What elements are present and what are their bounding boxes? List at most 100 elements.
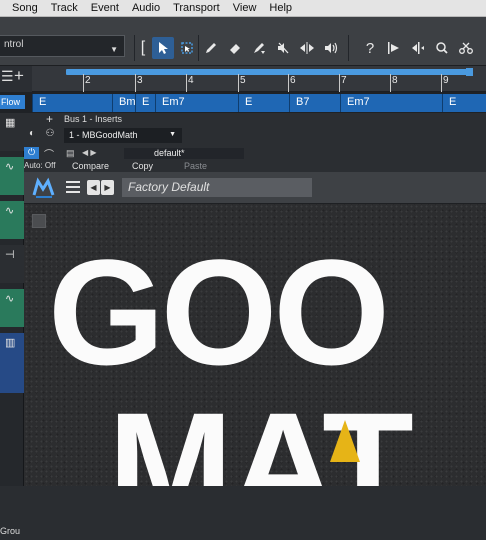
track-list-strip: ▦ ∿ ∿ ⊣ ∿ ▥ Grou <box>0 113 24 536</box>
paste-button[interactable]: Paste <box>184 161 207 171</box>
routing-tree-icon[interactable]: ⚇ <box>42 128 58 143</box>
ruler-tick <box>441 74 442 92</box>
plugin-canvas: GOO MAT <box>24 204 486 486</box>
plugin-name: 1 - MBGoodMath <box>69 130 138 140</box>
plugin-window: ◀ ▶ Factory Default GOO MAT <box>24 172 486 486</box>
toolbar-divider <box>348 35 349 61</box>
chevron-down-icon: ▼ <box>110 45 118 54</box>
menu-track[interactable]: Track <box>51 2 78 14</box>
chord-event[interactable]: E <box>135 94 155 112</box>
snap-icon[interactable] <box>383 37 405 59</box>
chevron-down-icon: ▼ <box>169 131 176 138</box>
track-lane-green[interactable]: ∿ <box>0 201 24 239</box>
copy-button[interactable]: Copy <box>132 161 153 171</box>
melda-logo-icon[interactable] <box>32 177 56 199</box>
range-select-icon[interactable] <box>176 37 198 59</box>
ruler-tick <box>288 74 289 92</box>
chord-event[interactable]: E <box>442 94 486 112</box>
chord-event[interactable]: B7 <box>289 94 340 112</box>
inserts-title: Bus 1 - Inserts <box>64 114 123 124</box>
scissors-icon[interactable] <box>455 37 477 59</box>
loop-range[interactable] <box>66 69 472 75</box>
add-insert-icon[interactable]: + <box>46 112 53 126</box>
gold-triangle-accent <box>330 420 360 462</box>
plugin-selector[interactable]: 1 - MBGoodMath ▼ <box>64 128 182 143</box>
ruler-bar-number: 8 <box>392 75 398 86</box>
plugin-header: ◀ ▶ Factory Default <box>24 172 486 204</box>
compare-circle-icon[interactable]: ◐ <box>24 128 40 143</box>
pencil-icon[interactable] <box>200 37 222 59</box>
power-icon[interactable]: ⏻ <box>24 147 39 159</box>
control-selector[interactable]: ntrol ▼ <box>0 35 125 57</box>
timeline-ruler[interactable]: 2 3 4 5 6 7 8 9 <box>32 66 486 92</box>
ruler-bar-number: 6 <box>290 75 296 86</box>
bracket-icon[interactable]: [ <box>137 37 149 59</box>
menu-song[interactable]: Song <box>12 2 38 14</box>
add-track-icon[interactable]: + <box>14 66 24 86</box>
ruler-tick <box>83 74 84 92</box>
menu-audio[interactable]: Audio <box>132 2 160 14</box>
inserts-header: + Bus 1 - Inserts <box>24 112 486 126</box>
plugin-corner-square[interactable] <box>32 214 46 228</box>
ruler-tick <box>339 74 340 92</box>
timeline-ruler-row: ☰ + 2 3 4 5 6 7 8 9 <box>0 66 486 92</box>
toolbar: ntrol ▼ [ ? <box>0 17 486 66</box>
tracks-icon[interactable]: ☰ <box>1 68 14 85</box>
chord-event[interactable]: Em7 <box>340 94 442 112</box>
automation-mode[interactable]: Auto: Off <box>24 161 55 170</box>
ruler-bar-number: 7 <box>341 75 347 86</box>
eraser-icon[interactable] <box>224 37 246 59</box>
chord-track: Flow E Bm E Em7 E B7 Em7 E <box>0 92 486 113</box>
ruler-tick <box>135 74 136 92</box>
chord-event[interactable]: Bm <box>112 94 136 112</box>
waveform-icon: ∿ <box>5 205 15 217</box>
toolbar-divider <box>134 35 135 61</box>
ruler-bar-number: 4 <box>188 75 194 86</box>
ruler-bar-number: 9 <box>443 75 449 86</box>
split-icon[interactable] <box>296 37 318 59</box>
chord-event[interactable]: E <box>32 94 112 112</box>
chord-lane[interactable]: E Bm E Em7 E B7 Em7 E <box>32 94 486 112</box>
help-icon[interactable]: ? <box>359 37 381 59</box>
track-lane[interactable]: ⊣ <box>0 245 24 283</box>
menu-view[interactable]: View <box>233 2 257 14</box>
ruler-bar-number: 3 <box>137 75 143 86</box>
toolbar-divider <box>198 35 199 61</box>
preset-selector[interactable]: default* <box>124 148 244 159</box>
preset-row: ⏻ ⌒ Auto: Off ▤ ◀ ▶ default* Compare Cop… <box>24 145 486 172</box>
logo-text-line1: GOO <box>48 228 390 396</box>
menu-help[interactable]: Help <box>269 2 292 14</box>
search-icon[interactable] <box>431 37 453 59</box>
speaker-icon[interactable] <box>320 37 342 59</box>
link-icon[interactable]: ⌒ <box>44 146 54 161</box>
routing-icon: ⊣ <box>5 249 15 261</box>
track-lane-green[interactable]: ∿ <box>0 289 24 327</box>
loop-end-marker[interactable] <box>466 68 473 76</box>
ruler-bar-number: 2 <box>85 75 91 86</box>
chord-track-label[interactable]: Flow <box>0 95 25 109</box>
keyboard-icon: ▥ <box>5 337 16 349</box>
mute-icon[interactable] <box>272 37 294 59</box>
menu-transport[interactable]: Transport <box>173 2 220 14</box>
next-preset-button[interactable]: ▶ <box>101 180 114 195</box>
paint-icon[interactable] <box>248 37 270 59</box>
menu-icon[interactable] <box>66 181 80 193</box>
menu-bar: Song Track Event Audio Transport View He… <box>0 0 486 17</box>
control-field-text: ntrol <box>4 39 24 50</box>
preset-display[interactable]: Factory Default <box>122 178 312 197</box>
bend-icon[interactable] <box>407 37 429 59</box>
menu-event[interactable]: Event <box>91 2 119 14</box>
track-controls: ☰ + <box>0 66 32 92</box>
arrow-select-icon[interactable] <box>152 37 174 59</box>
save-preset-icon[interactable]: ▤ <box>66 148 75 159</box>
preset-nav-arrows[interactable]: ◀ ▶ <box>82 148 97 157</box>
chord-event[interactable]: Em7 <box>155 94 238 112</box>
previous-preset-button[interactable]: ◀ <box>87 180 100 195</box>
track-lane-green[interactable]: ∿ <box>0 157 24 195</box>
track-header[interactable]: ▦ <box>0 113 24 151</box>
logo-text-line2: MAT <box>108 381 414 486</box>
chord-event[interactable]: E <box>238 94 289 112</box>
group-label[interactable]: Grou <box>0 526 24 540</box>
compare-button[interactable]: Compare <box>72 161 109 171</box>
track-lane-instrument[interactable]: ▥ <box>0 333 24 393</box>
